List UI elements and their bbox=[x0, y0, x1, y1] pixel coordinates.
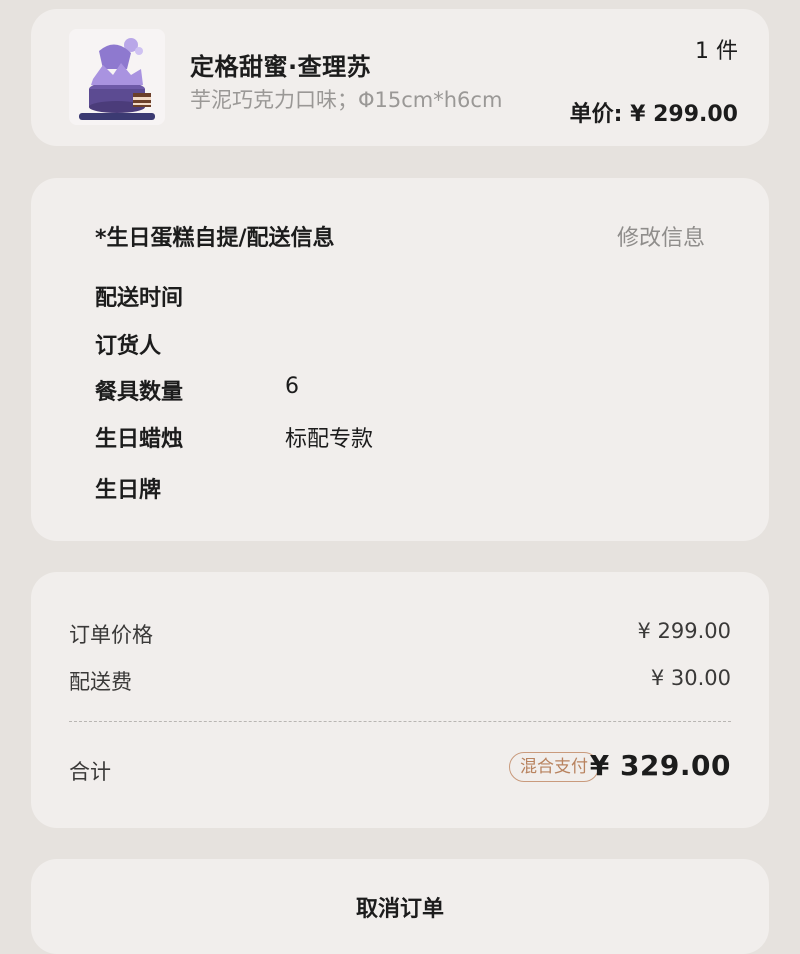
product-quantity: 1 件 bbox=[695, 39, 738, 64]
delivery-info-title: *生日蛋糕自提/配送信息 bbox=[95, 226, 335, 251]
dashed-divider bbox=[69, 721, 731, 722]
delivery-info-card: *生日蛋糕自提/配送信息 修改信息 配送时间 订货人 餐具数量 6 生日蜡烛 标… bbox=[31, 178, 769, 541]
total-value: ¥ 329.00 bbox=[589, 749, 731, 782]
product-name: 定格甜蜜·查理苏 bbox=[190, 53, 372, 81]
shipping-fee-label: 配送费 bbox=[69, 670, 132, 694]
product-spec: 芋泥巧克力口味；Φ15cm*h6cm bbox=[190, 88, 503, 112]
shipping-fee-value: ¥ 30.00 bbox=[650, 666, 731, 690]
birthday-candle-label: 生日蜡烛 bbox=[95, 427, 184, 452]
order-price-label: 订单价格 bbox=[69, 623, 153, 647]
cancel-order-label: 取消订单 bbox=[355, 897, 444, 922]
price-summary-card: 订单价格 ¥ 299.00 配送费 ¥ 30.00 合计 混合支付 ¥ 329.… bbox=[31, 572, 769, 828]
total-label: 合计 bbox=[69, 760, 111, 784]
cake-thumbnail-image bbox=[69, 29, 165, 125]
delivery-time-label: 配送时间 bbox=[95, 286, 184, 311]
orderer-label: 订货人 bbox=[95, 334, 162, 359]
cancel-order-button[interactable]: 取消订单 bbox=[31, 859, 769, 954]
order-price-value: ¥ 299.00 bbox=[637, 619, 731, 643]
tableware-count-label: 餐具数量 bbox=[95, 380, 184, 405]
product-card[interactable]: 定格甜蜜·查理苏 芋泥巧克力口味；Φ15cm*h6cm 1 件 单价: ¥ 29… bbox=[31, 9, 769, 146]
birthday-candle-value: 标配专款 bbox=[285, 427, 374, 452]
product-unit-price: 单价: ¥ 299.00 bbox=[569, 102, 738, 127]
mixed-payment-badge: 混合支付 bbox=[509, 752, 599, 782]
tableware-count-value: 6 bbox=[285, 374, 299, 399]
birthday-plaque-label: 生日牌 bbox=[95, 478, 162, 503]
edit-info-button[interactable]: 修改信息 bbox=[617, 220, 705, 252]
